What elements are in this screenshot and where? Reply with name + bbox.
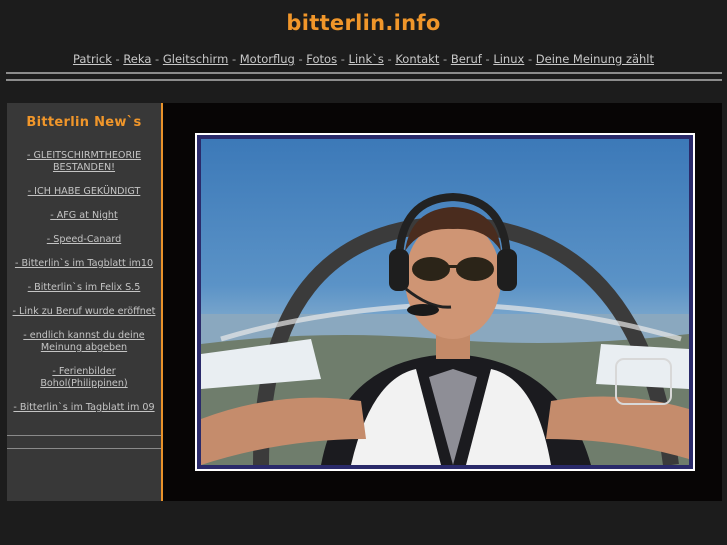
news-link-beruf[interactable]: - Link zu Beruf wurde eröffnet bbox=[7, 306, 161, 318]
header-divider-bottom bbox=[6, 79, 722, 81]
main-content bbox=[163, 103, 722, 501]
nav-separator: - bbox=[115, 52, 120, 66]
sidebar-title: Bitterlin New`s bbox=[26, 115, 142, 130]
nav-link-meinung[interactable]: Deine Meinung zählt bbox=[536, 52, 654, 66]
news-link-afg-night[interactable]: - AFG at Night bbox=[7, 210, 161, 222]
sidebar-divider bbox=[7, 435, 161, 436]
news-list: - GLEITSCHIRMTHEORIE BESTANDEN! - ICH HA… bbox=[7, 150, 161, 414]
nav-link-motorflug[interactable]: Motorflug bbox=[240, 52, 295, 66]
news-link-felix[interactable]: - Bitterlin`s im Felix S.5 bbox=[7, 282, 161, 294]
news-link-tagblatt-10[interactable]: - Bitterlin`s im Tagblatt im10 bbox=[7, 258, 161, 270]
cockpit-photo bbox=[201, 139, 689, 465]
nav-separator: - bbox=[155, 52, 160, 66]
nav-link-patrick[interactable]: Patrick bbox=[73, 52, 112, 66]
news-link-speed-canard[interactable]: - Speed-Canard bbox=[7, 234, 161, 246]
photo-frame bbox=[195, 133, 695, 471]
nav-separator: - bbox=[298, 52, 303, 66]
news-link-tagblatt-09[interactable]: - Bitterlin`s im Tagblatt im 09 bbox=[7, 402, 161, 414]
nav-separator: - bbox=[231, 52, 237, 66]
nav-separator: - bbox=[340, 52, 345, 66]
news-link-ferienbilder[interactable]: - Ferienbilder Bohol(Philippinen) bbox=[7, 366, 161, 390]
news-link-meinung[interactable]: - endlich kannst du deine Meinung abgebe… bbox=[7, 330, 161, 354]
nav-link-gleitschirm[interactable]: Gleitschirm bbox=[163, 52, 228, 66]
nav-link-linux[interactable]: Linux bbox=[493, 52, 524, 66]
nav-link-fotos[interactable]: Fotos bbox=[306, 52, 337, 66]
nav-separator: - bbox=[485, 52, 490, 66]
nav-separator: - bbox=[527, 52, 533, 66]
news-link-gleitschirmtheorie[interactable]: - GLEITSCHIRMTHEORIE BESTANDEN! bbox=[7, 150, 161, 174]
cockpit-photo-illustration bbox=[201, 192, 689, 465]
header-divider-top bbox=[6, 72, 722, 74]
nav-link-reka[interactable]: Reka bbox=[123, 52, 151, 66]
nav-link-beruf[interactable]: Beruf bbox=[451, 52, 482, 66]
nav-link-links[interactable]: Link`s bbox=[349, 52, 384, 66]
top-nav: Patrick - Reka - Gleitschirm - Motorflug… bbox=[0, 52, 727, 66]
news-sidebar: Bitterlin New`s - GLEITSCHIRMTHEORIE BES… bbox=[7, 103, 163, 501]
nav-separator: - bbox=[387, 52, 392, 66]
nav-separator: - bbox=[443, 52, 448, 66]
nav-link-kontakt[interactable]: Kontakt bbox=[395, 52, 439, 66]
sidebar-divider bbox=[7, 448, 161, 449]
site-title: bitterlin.info bbox=[286, 11, 441, 35]
news-link-gekuendigt[interactable]: - ICH HABE GEKÜNDIGT bbox=[7, 186, 161, 198]
